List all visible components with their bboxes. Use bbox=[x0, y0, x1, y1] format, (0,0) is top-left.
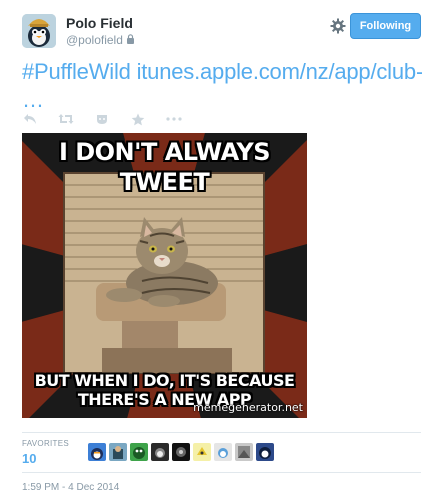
lock-icon bbox=[126, 33, 135, 47]
favoriter-avatar[interactable] bbox=[214, 443, 232, 461]
meme-bottom-line-1: BUT WHEN I DO, IT'S BECAUSE bbox=[34, 371, 295, 390]
meme-top-line-1: I DON'T ALWAYS bbox=[58, 138, 271, 166]
user-avatar[interactable] bbox=[22, 14, 56, 48]
tweet-text: #PuffleWild itunes.apple.com/nz/app/club… bbox=[22, 58, 422, 114]
favoriter-avatar[interactable] bbox=[130, 443, 148, 461]
favorites-label: FAVORITES bbox=[22, 439, 70, 448]
user-handle-row: @polofield bbox=[66, 33, 135, 47]
favoriters-list bbox=[88, 443, 274, 461]
divider-bottom bbox=[22, 472, 421, 473]
favoriter-avatar[interactable] bbox=[256, 443, 274, 461]
star-icon[interactable] bbox=[130, 112, 146, 126]
tweet-actions bbox=[22, 110, 202, 128]
favoriter-avatar[interactable] bbox=[235, 443, 253, 461]
more-icon[interactable] bbox=[166, 112, 182, 126]
tweet-card: Polo Field @polofield Following #PuffleW… bbox=[0, 0, 443, 500]
following-button[interactable]: Following bbox=[350, 13, 421, 39]
gear-icon[interactable] bbox=[330, 18, 346, 34]
tweet-link[interactable]: #PuffleWild itunes.apple.com/nz/app/club… bbox=[22, 58, 422, 86]
meme-watermark: memegenerator.net bbox=[193, 401, 303, 414]
reply-icon[interactable] bbox=[22, 112, 38, 126]
tweet-media-image[interactable]: I DON'T ALWAYS TWEET BUT WHEN I DO, IT'S… bbox=[22, 133, 307, 418]
divider-top bbox=[22, 432, 421, 433]
favoriter-avatar[interactable] bbox=[172, 443, 190, 461]
tweet-timestamp[interactable]: 1:59 PM - 4 Dec 2014 bbox=[22, 482, 119, 493]
favoriter-avatar[interactable] bbox=[193, 443, 211, 461]
user-handle[interactable]: @polofield bbox=[66, 33, 123, 47]
favoriter-avatar[interactable] bbox=[109, 443, 127, 461]
favoriter-avatar[interactable] bbox=[151, 443, 169, 461]
favorites-count[interactable]: 10 bbox=[22, 451, 36, 466]
meme-top-line-2: TWEET bbox=[119, 168, 210, 196]
retweet-icon[interactable] bbox=[58, 112, 74, 126]
meme-top-caption: I DON'T ALWAYS TWEET bbox=[22, 137, 307, 197]
user-display-name[interactable]: Polo Field bbox=[66, 15, 133, 31]
favoriter-avatar[interactable] bbox=[88, 443, 106, 461]
favorite-icon[interactable] bbox=[94, 112, 110, 126]
